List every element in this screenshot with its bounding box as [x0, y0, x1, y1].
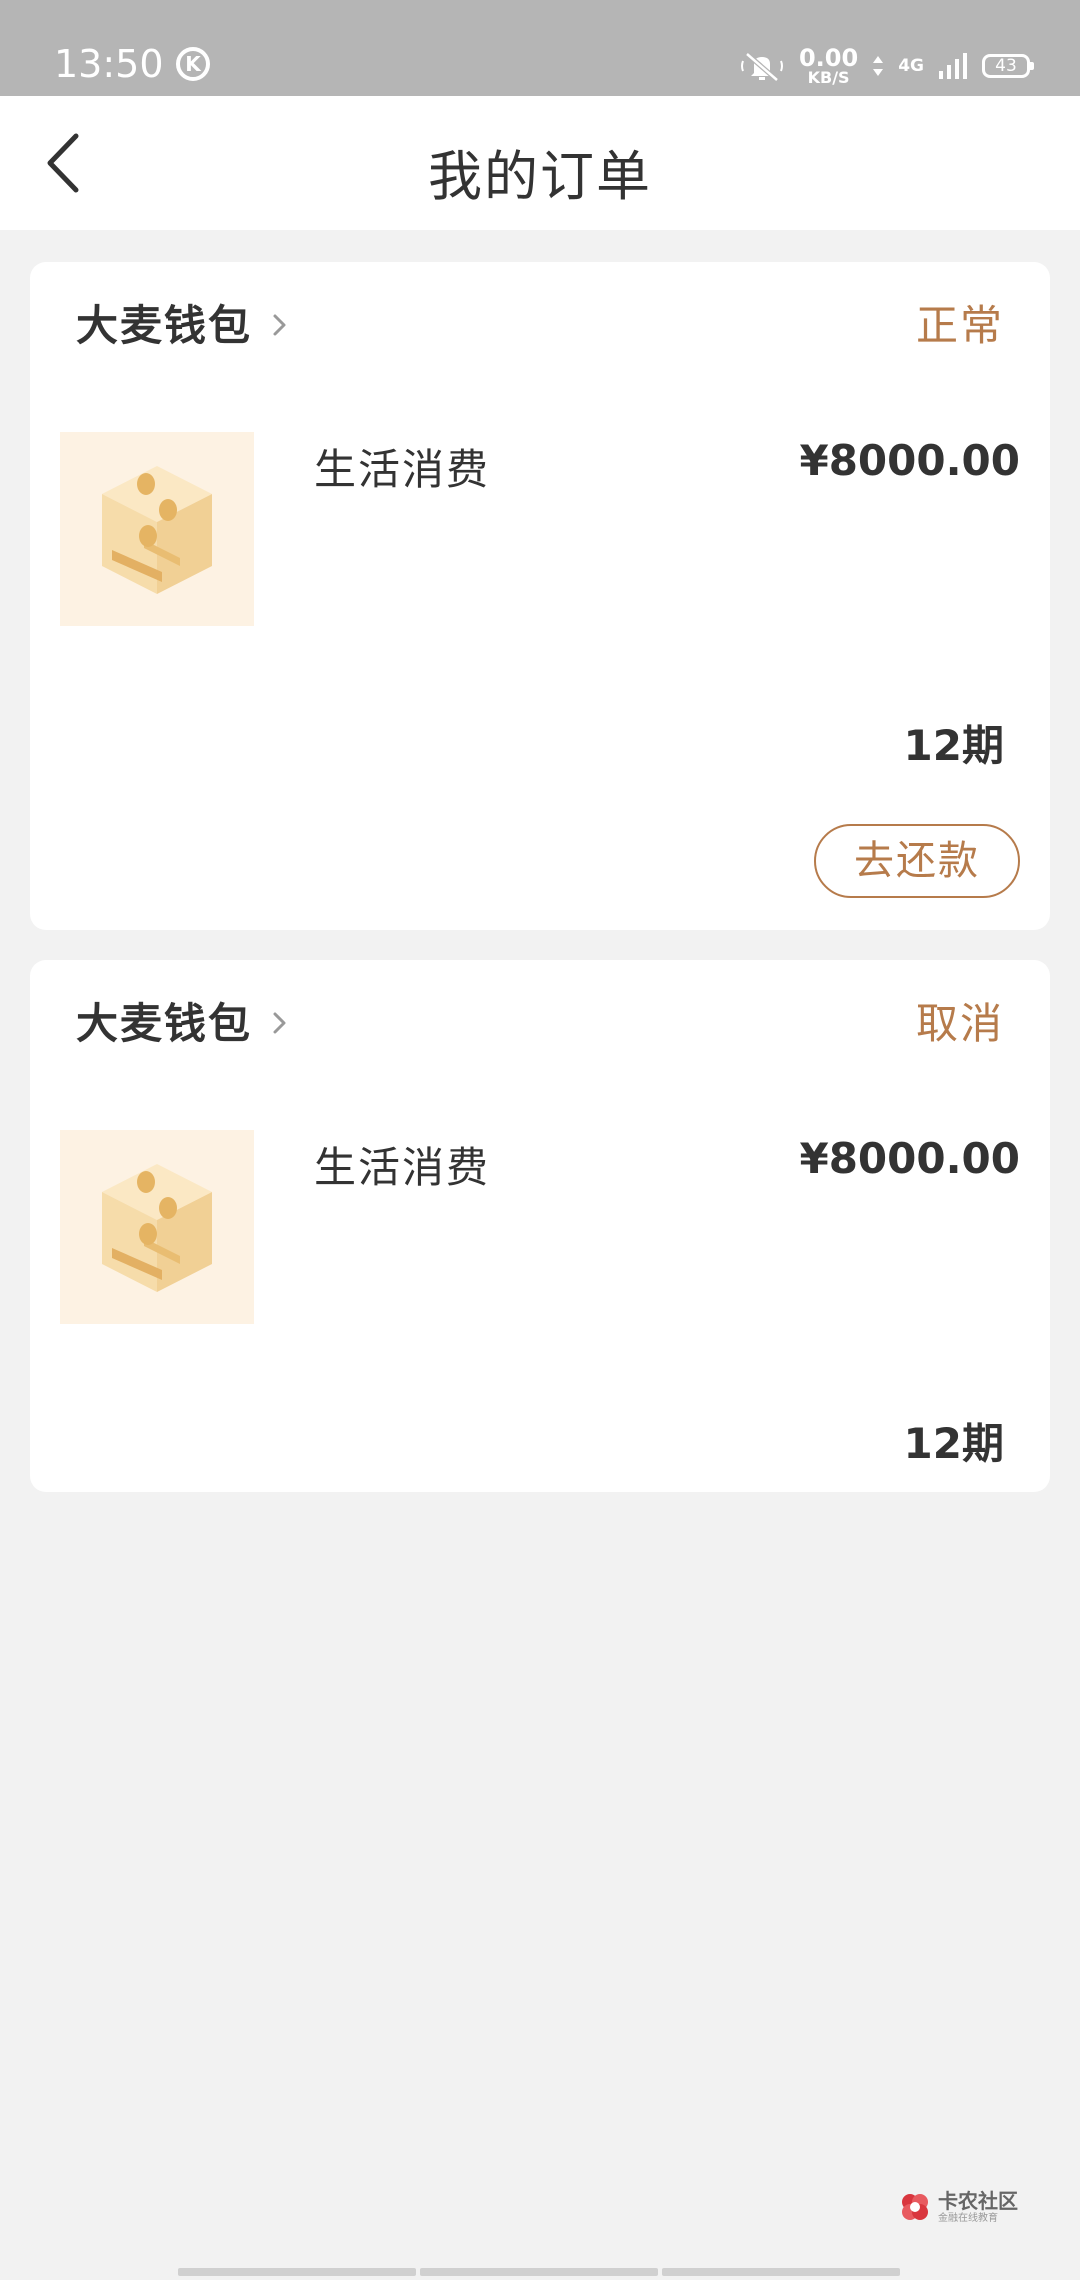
- merchant-link[interactable]: 大麦钱包: [76, 292, 288, 353]
- net-speed-value: 0.00: [798, 44, 859, 72]
- watermark-subtitle: 金融在线教育: [938, 2212, 998, 2224]
- product-name: 生活消费: [314, 445, 491, 494]
- merchant-name: 大麦钱包: [76, 301, 253, 350]
- merchant-name: 大麦钱包: [76, 999, 253, 1048]
- home-indicator-segment: [178, 2268, 416, 2276]
- net-speed: 0.00 KB/S: [799, 46, 858, 86]
- mute-bell-icon: [740, 52, 783, 82]
- status-time: 13:50: [54, 42, 164, 86]
- watermark-title: 卡农社区: [938, 2188, 1018, 2213]
- header: 我的订单: [0, 96, 1080, 230]
- order-amount: ¥8000.00: [799, 1134, 1020, 1183]
- order-card[interactable]: 大麦钱包 取消 生活消费 ¥8000.00 12期: [30, 960, 1050, 1492]
- page-title: 我的订单: [428, 145, 652, 208]
- order-status: 取消: [915, 999, 1004, 1048]
- net-speed-unit: KB/S: [807, 68, 850, 87]
- chevron-right-icon: [273, 314, 286, 335]
- order-term: 12期: [903, 1419, 1004, 1468]
- kanong-logo-icon: [902, 2194, 928, 2220]
- home-indicator-segment: [662, 2268, 900, 2276]
- product-image: [60, 1130, 254, 1324]
- watermark: 卡农社区 金融在线教育: [898, 2190, 1018, 2224]
- order-amount: ¥8000.00: [799, 436, 1020, 485]
- status-bar: 13:50 K 0.00 KB/S 4G 43: [0, 0, 1080, 96]
- repay-button[interactable]: 去还款: [814, 824, 1020, 898]
- status-indicators: 0.00 KB/S 4G 43: [739, 46, 1034, 86]
- chevron-right-icon: [273, 1012, 286, 1033]
- product-name: 生活消费: [314, 1143, 491, 1192]
- battery-icon: 43: [982, 54, 1034, 78]
- data-arrows-icon: [873, 56, 884, 76]
- order-status: 正常: [915, 301, 1004, 350]
- merchant-link[interactable]: 大麦钱包: [76, 990, 288, 1051]
- app-notification-icon: K: [176, 47, 210, 81]
- home-indicator: [178, 2268, 900, 2276]
- network-type: 4G: [898, 56, 924, 76]
- order-card[interactable]: 大麦钱包 正常 生活消费 ¥8000.00 12期 去还款: [30, 262, 1050, 930]
- order-term: 12期: [903, 721, 1004, 770]
- product-image: [60, 432, 254, 626]
- home-indicator-segment: [420, 2268, 658, 2276]
- signal-icon: [939, 53, 967, 79]
